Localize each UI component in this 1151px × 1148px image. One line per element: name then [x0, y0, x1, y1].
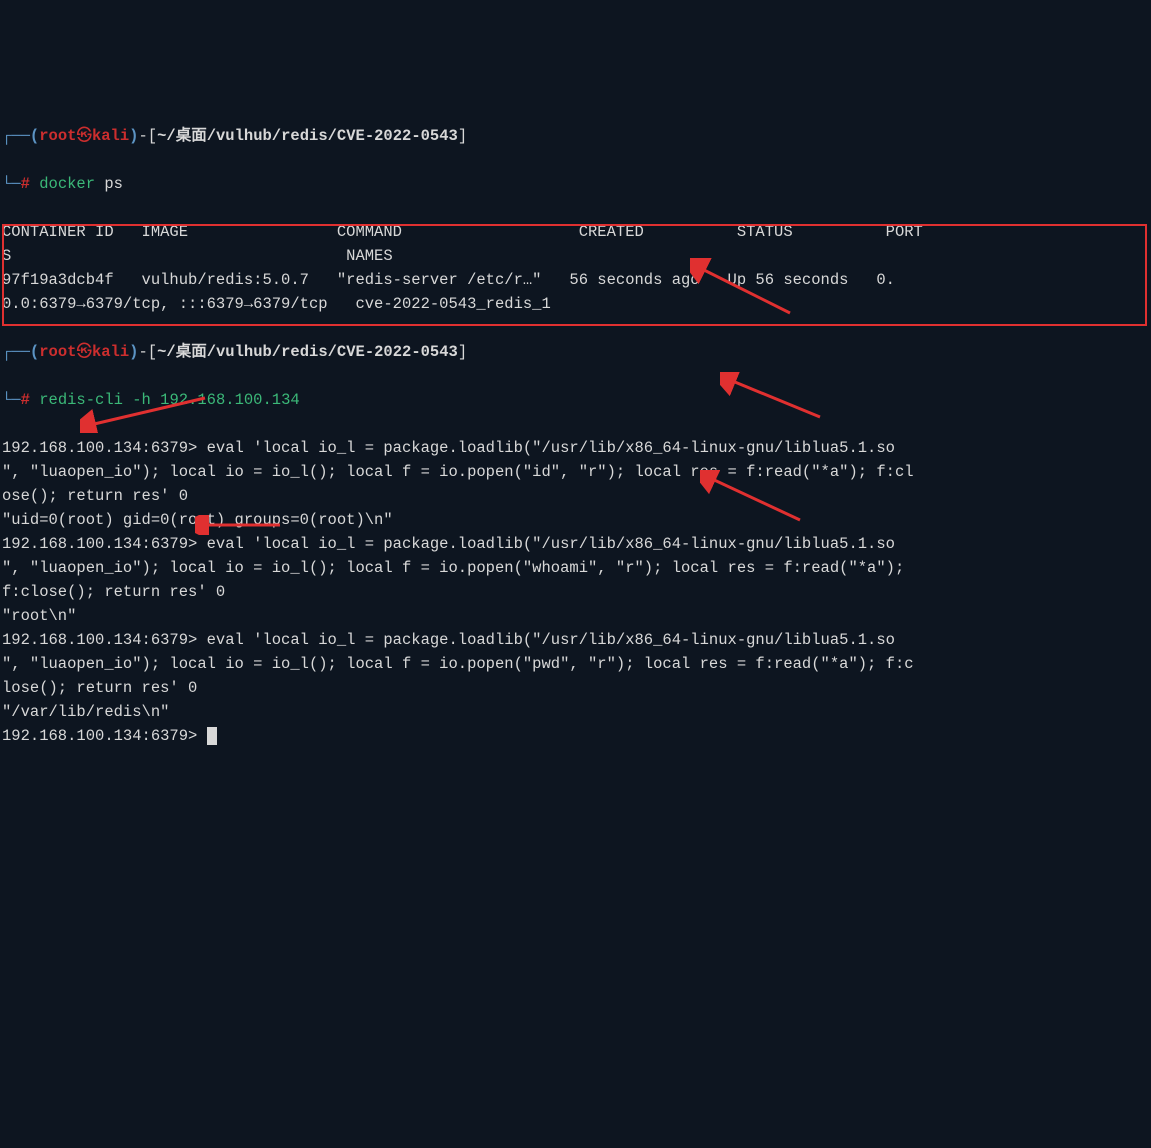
user: root [39, 127, 76, 145]
cursor [207, 727, 217, 745]
id-result: "uid=0(root) gid=0(root) groups=0(root)\… [2, 511, 393, 529]
cmd-docker: docker [39, 175, 95, 193]
skull-icon: ㉿ [76, 127, 92, 145]
redis-eval-id: 192.168.100.134:6379> eval 'local io_l =… [2, 439, 914, 505]
terminal-output[interactable]: ┌──(root㉿kali)-[~/桌面/vulhub/redis/CVE-20… [0, 96, 1151, 752]
whoami-result: "root\n" [2, 607, 76, 625]
pwd-result: "/var/lib/redis\n" [2, 703, 169, 721]
cwd-path: ~/桌面/vulhub/redis/CVE-2022-0543 [157, 127, 458, 145]
docker-ps-row: 97f19a3dcb4f vulhub/redis:5.0.7 "redis-s… [2, 271, 895, 313]
host: kali [92, 127, 129, 145]
redis-prompt-empty: 192.168.100.134:6379> [2, 727, 217, 745]
prompt-line-1: ┌──(root㉿kali)-[~/桌面/vulhub/redis/CVE-20… [2, 124, 1149, 148]
prompt-line-2: ┌──(root㉿kali)-[~/桌面/vulhub/redis/CVE-20… [2, 340, 1149, 364]
docker-ps-header: CONTAINER ID IMAGE COMMAND CREATED STATU… [2, 223, 923, 265]
command-line-1: └─# docker ps [2, 172, 1149, 196]
redis-eval-pwd: 192.168.100.134:6379> eval 'local io_l =… [2, 631, 914, 697]
command-line-2: └─# redis-cli -h 192.168.100.134 [2, 388, 1149, 412]
redis-eval-whoami: 192.168.100.134:6379> eval 'local io_l =… [2, 535, 914, 601]
skull-icon: ㉿ [76, 343, 92, 361]
